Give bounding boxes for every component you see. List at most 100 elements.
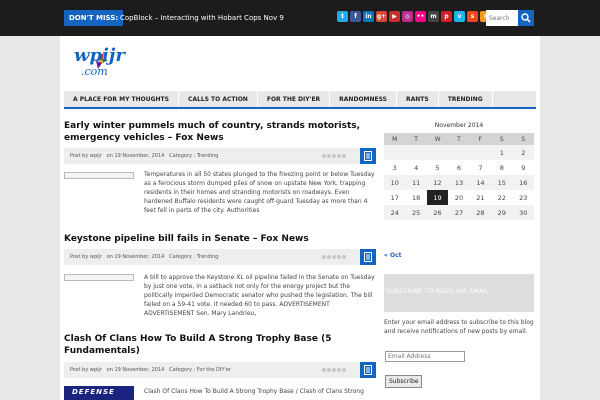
calendar-day[interactable]: 8 bbox=[491, 160, 512, 175]
calendar-day[interactable]: 11 bbox=[405, 175, 427, 190]
post-author[interactable]: Post by wpijr bbox=[70, 254, 102, 260]
nav-item-diyer[interactable]: FOR THE DIY'ER bbox=[258, 91, 331, 107]
post-thumbnail[interactable] bbox=[64, 274, 134, 281]
linkedin-icon[interactable]: in bbox=[363, 11, 374, 22]
calendar-day[interactable]: 20 bbox=[448, 190, 469, 205]
pinterest-icon[interactable]: p bbox=[441, 11, 452, 22]
vimeo-icon[interactable]: v bbox=[454, 11, 465, 22]
search-button[interactable] bbox=[518, 10, 534, 26]
document-icon bbox=[364, 151, 372, 161]
post-title[interactable]: Early winter pummels much of country, st… bbox=[64, 120, 374, 144]
post-category[interactable]: Category : Trending bbox=[169, 153, 218, 159]
post-author[interactable]: Post by wpijr bbox=[70, 153, 102, 159]
calendar-day[interactable]: 21 bbox=[470, 190, 491, 205]
calendar-week-row: 17 18 19 20 21 22 23 bbox=[384, 190, 534, 205]
post-thumbnail-image[interactable]: DEFENSE bbox=[64, 386, 134, 400]
post-excerpt: Temperatures in all 50 states plunged to… bbox=[144, 171, 375, 214]
calendar-day[interactable]: 2 bbox=[512, 145, 534, 160]
calendar-day[interactable]: 4 bbox=[405, 160, 426, 175]
calendar-day[interactable]: 14 bbox=[469, 175, 492, 190]
calendar-day[interactable]: 3 bbox=[384, 160, 405, 175]
nav-item-trending[interactable]: TRENDING bbox=[439, 91, 493, 107]
post-icon-button[interactable] bbox=[360, 249, 376, 265]
page-container: wpijr .com A PLACE FOR MY THOUGHTS CALLS… bbox=[60, 36, 540, 400]
post-author[interactable]: Post by wpijr bbox=[70, 367, 102, 373]
calendar-day[interactable]: 6 bbox=[448, 160, 469, 175]
post-meta: Post by wpijr on 19 November, 2014 Categ… bbox=[64, 148, 376, 164]
email-field[interactable] bbox=[385, 351, 465, 362]
top-bar: DON'T MISS: CopBlock – Interacting with … bbox=[0, 0, 600, 36]
post-title[interactable]: Keystone pipeline bill fails in Senate –… bbox=[64, 233, 374, 245]
youtube-icon[interactable]: ▶ bbox=[389, 11, 400, 22]
post-category[interactable]: Category : For the DIY'er bbox=[169, 367, 231, 373]
calendar-day-header: S bbox=[491, 133, 513, 145]
post-date: on 19 November, 2014 bbox=[106, 367, 165, 373]
calendar-day-header: F bbox=[469, 133, 492, 145]
nav-item-calls-to-action[interactable]: CALLS TO ACTION bbox=[179, 91, 258, 107]
calendar-empty-cell bbox=[384, 145, 406, 160]
calendar-day[interactable]: 19 bbox=[426, 190, 449, 205]
calendar-day[interactable]: 29 bbox=[491, 205, 513, 220]
post-category[interactable]: Category : Trending bbox=[169, 254, 218, 260]
rating-stars[interactable] bbox=[322, 368, 346, 372]
calendar-widget: November 2014 MTWTFSS 1 2 3 4 5 6 7 8 9 10 11 12 13 1… bbox=[384, 118, 534, 259]
nav-item-thoughts[interactable]: A PLACE FOR MY THOUGHTS bbox=[64, 91, 179, 107]
calendar-day[interactable]: 28 bbox=[469, 205, 492, 220]
calendar-day[interactable]: 5 bbox=[427, 160, 448, 175]
news-ticker-link[interactable]: CopBlock – Interacting with Hobart Cops … bbox=[120, 10, 284, 26]
calendar-day[interactable]: 18 bbox=[405, 190, 426, 205]
nav-item-randomness[interactable]: RANDOMNESS bbox=[330, 91, 398, 107]
calendar-day[interactable]: 26 bbox=[426, 205, 449, 220]
site-logo[interactable]: wpijr .com bbox=[68, 39, 125, 79]
calendar-week-row: 10 11 12 13 14 15 16 bbox=[384, 175, 534, 190]
calendar-day[interactable]: 22 bbox=[491, 190, 512, 205]
calendar-day[interactable]: 15 bbox=[491, 175, 513, 190]
subscribe-description: Enter your email address to subscribe to… bbox=[384, 319, 534, 335]
calendar-day[interactable]: 13 bbox=[448, 175, 470, 190]
calendar-day-header: T bbox=[405, 133, 427, 145]
stumbleupon-icon[interactable]: s bbox=[467, 11, 478, 22]
facebook-icon[interactable]: f bbox=[350, 11, 361, 22]
main-nav: A PLACE FOR MY THOUGHTS CALLS TO ACTION … bbox=[64, 91, 536, 109]
calendar-day[interactable]: 12 bbox=[426, 175, 449, 190]
subscribe-heading-text: SUBSCRIBE TO BLOG VIA EMAIL bbox=[386, 288, 489, 295]
nav-item-rants[interactable]: RANTS bbox=[397, 91, 439, 107]
calendar-week-row: 12 bbox=[384, 145, 534, 160]
post-icon-button[interactable] bbox=[360, 148, 376, 164]
subscribe-widget-heading: SUBSCRIBE TO BLOG VIA EMAIL bbox=[384, 274, 534, 312]
document-icon bbox=[364, 365, 372, 375]
calendar-day[interactable]: 7 bbox=[470, 160, 491, 175]
calendar-day[interactable]: 16 bbox=[512, 175, 534, 190]
calendar-day-header: W bbox=[426, 133, 449, 145]
calendar-day[interactable]: 30 bbox=[512, 205, 534, 220]
calendar-day[interactable]: 27 bbox=[448, 205, 470, 220]
calendar-day[interactable]: 17 bbox=[384, 190, 405, 205]
calendar-day[interactable]: 1 bbox=[491, 145, 513, 160]
flickr-icon[interactable]: •• bbox=[415, 11, 426, 22]
calendar-day-header: S bbox=[512, 133, 534, 145]
google-plus-icon[interactable]: g+ bbox=[376, 11, 387, 22]
subscribe-button[interactable]: Subscribe bbox=[385, 375, 423, 388]
thumbnail-caption: DEFENSE bbox=[72, 388, 115, 396]
calendar-day[interactable]: 9 bbox=[513, 160, 534, 175]
post-date: on 19 November, 2014 bbox=[106, 254, 165, 260]
post-thumbnail[interactable] bbox=[64, 172, 134, 179]
document-icon bbox=[364, 252, 372, 262]
post-icon-button[interactable] bbox=[360, 362, 376, 378]
calendar-day[interactable]: 25 bbox=[405, 205, 427, 220]
calendar-prev-month-link[interactable]: « Oct bbox=[384, 252, 402, 259]
calendar-day-header: T bbox=[448, 133, 470, 145]
instagram-icon[interactable]: ◎ bbox=[402, 11, 413, 22]
search-input[interactable] bbox=[486, 10, 518, 26]
twitter-icon[interactable]: t bbox=[337, 11, 348, 22]
post-title[interactable]: Clash Of Clans How To Build A Strong Tro… bbox=[64, 333, 374, 357]
calendar-day[interactable]: 24 bbox=[384, 205, 406, 220]
rating-stars[interactable] bbox=[322, 154, 346, 158]
calendar-day[interactable]: 23 bbox=[513, 190, 534, 205]
rating-stars[interactable] bbox=[322, 255, 346, 259]
post-meta: Post by wpijr on 19 November, 2014 Categ… bbox=[64, 249, 376, 265]
calendar-table: MTWTFSS 1 2 3 4 5 6 7 8 9 10 11 12 13 14 15 16 17 18 19 20 2… bbox=[384, 133, 534, 220]
calendar-day[interactable]: 10 bbox=[384, 175, 406, 190]
myspace-icon[interactable]: m bbox=[428, 11, 439, 22]
dont-miss-label: DON'T MISS: bbox=[64, 10, 124, 26]
